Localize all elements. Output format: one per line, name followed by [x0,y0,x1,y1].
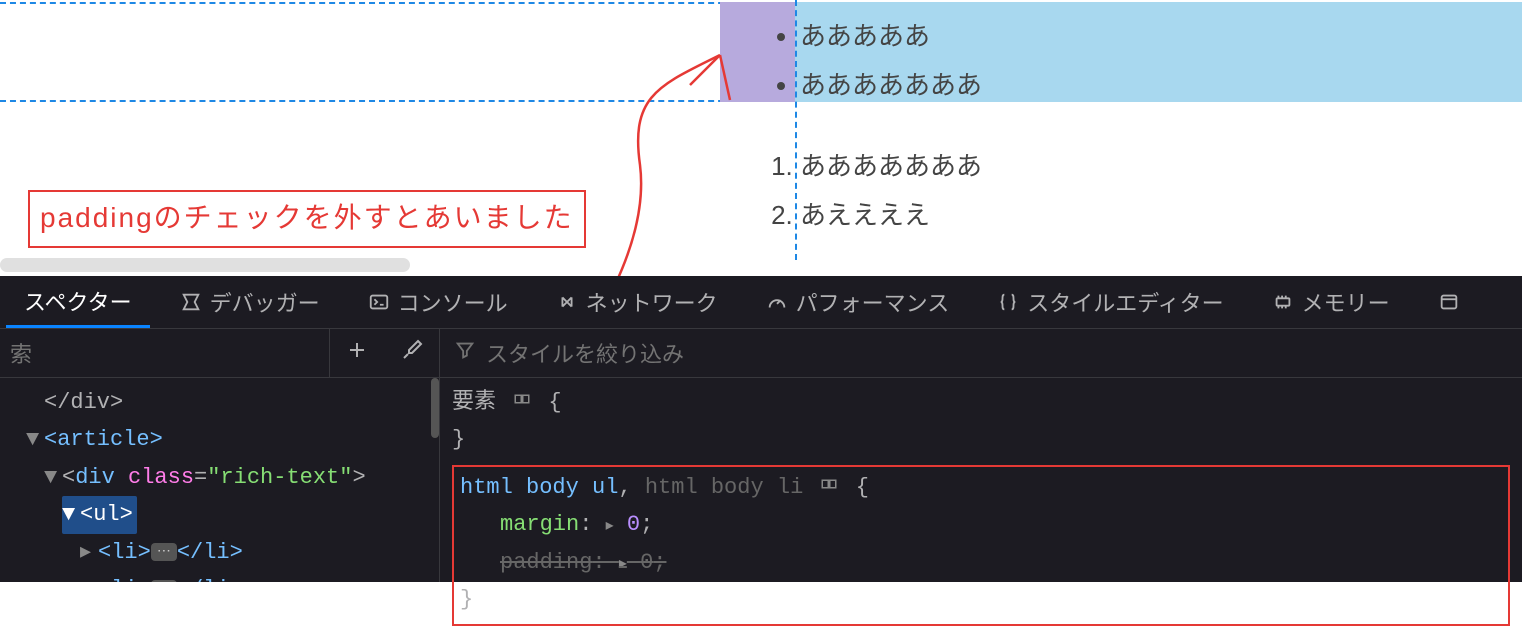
css-rule: html body ul, html body li { margin: ▸ 0… [452,465,1510,626]
inspected-ol: あああああああ あええええ [760,140,982,238]
collapsed-icon: ⋯ [151,543,177,561]
list-item: あああああああ [800,140,982,189]
tab-memory[interactable]: メモリー [1254,276,1408,328]
tab-label: メモリー [1302,286,1390,318]
devtools-body: </div> ▼<article> ▼<div class="rich-text… [0,378,1522,582]
element-rule-heading: 要素 { [452,384,1510,421]
scrollbar-thumb[interactable] [431,378,439,438]
css-declaration[interactable]: margin: ▸ 0; [460,506,1502,543]
css-declaration-disabled[interactable]: padding: ▸ 0; [460,544,1502,581]
devtools-panel: スペクター デバッガー コンソール ネットワーク パフォーマンス [0,276,1522,582]
filter-icon [454,339,476,367]
tab-label: スタイルエディター [1027,286,1223,318]
inspected-ul: あああああ あああああああ [760,10,982,108]
rule-brace-close: } [460,581,1502,618]
rules-filter[interactable]: スタイルを絞り込み [440,329,1522,377]
debugger-icon [180,291,202,313]
annotation-text: paddingのチェックを外すとあいました [40,202,574,233]
tab-performance[interactable]: パフォーマンス [748,276,968,328]
rule-brace-close: } [452,421,1510,458]
rule-selector[interactable]: html body ul, html body li { [460,469,1502,506]
devtools-secondary-bar: 索 スタイルを絞り込み [0,328,1522,378]
dom-node-selected[interactable]: ▼<ul> [8,496,431,533]
tab-more[interactable] [1420,276,1478,328]
search-placeholder: 索 [10,337,32,369]
network-icon [556,291,578,313]
filter-placeholder: スタイルを絞り込み [486,337,684,369]
tab-style-editor[interactable]: スタイルエディター [979,276,1241,328]
devtools-tabbar: スペクター デバッガー コンソール ネットワーク パフォーマンス [0,276,1522,328]
markup-panel[interactable]: </div> ▼<article> ▼<div class="rich-text… [0,378,440,582]
rules-panel[interactable]: 要素 { } html body ul, html body li { marg… [440,378,1522,582]
user-annotation: paddingのチェックを外すとあいました [28,190,586,248]
memory-icon [1272,291,1294,313]
tab-network[interactable]: ネットワーク [538,276,736,328]
list-item: あああああああ [800,59,982,108]
eyedropper-button[interactable] [400,338,424,368]
style-editor-icon [997,291,1019,313]
flex-highlight-icon[interactable] [513,390,544,415]
tab-label: ネットワーク [586,286,718,318]
tab-label: パフォーマンス [796,286,950,318]
tab-label: コンソール [398,286,508,318]
console-icon [368,291,390,313]
more-panel-icon [1438,291,1460,313]
dom-node[interactable]: </div> [8,384,431,421]
dom-node[interactable]: ▼<div class="rich-text"> [8,459,431,496]
markup-search[interactable]: 索 [0,329,330,377]
dom-node[interactable]: ▸<li>⋯</li> [8,534,431,571]
tab-label: デバッガー [210,286,320,318]
list-item: あええええ [800,189,982,238]
tab-label: スペクター [24,285,132,317]
flex-highlight-icon[interactable] [820,475,851,500]
tab-debugger[interactable]: デバッガー [162,276,338,328]
inspected-page: あああああ あああああああ あああああああ あええええ paddingのチェック… [0,0,1522,260]
tab-inspector[interactable]: スペクター [6,276,150,328]
performance-icon [766,291,788,313]
list-item: あああああ [800,10,982,59]
add-rule-button[interactable] [345,338,369,368]
horizontal-scrollbar[interactable] [0,258,410,272]
tab-console[interactable]: コンソール [350,276,526,328]
dom-node[interactable]: ▼<article> [8,421,431,458]
dom-node[interactable]: ▸<li>⋯</li> [8,571,431,582]
